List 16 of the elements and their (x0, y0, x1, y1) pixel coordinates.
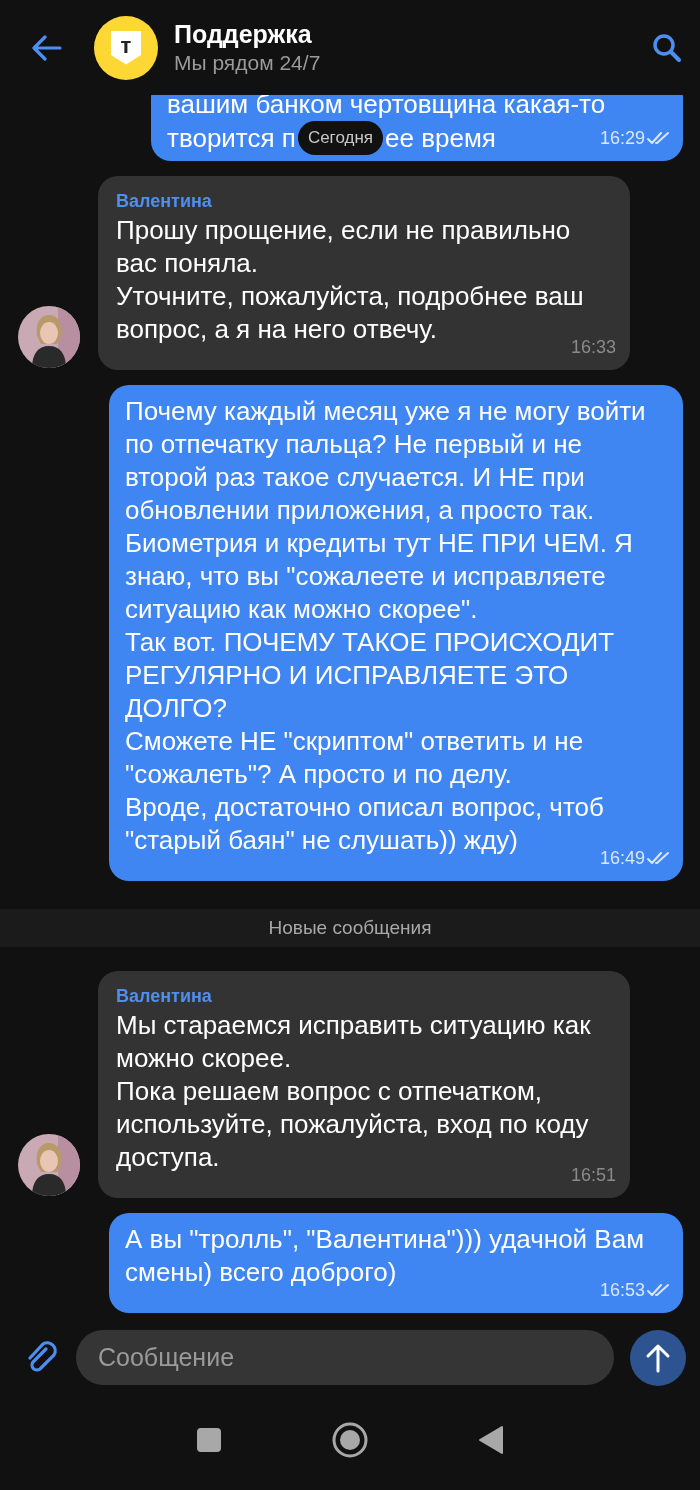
home-icon[interactable] (332, 1422, 368, 1458)
date-chip: Сегодня (297, 121, 384, 155)
message-text: ее время (385, 121, 496, 155)
chat-subtitle: Мы рядом 24/7 (174, 49, 322, 76)
back-arrow-icon[interactable] (32, 34, 62, 61)
logo-letter: т (111, 30, 141, 65)
sender-name: Валентина (116, 985, 213, 1008)
sender-name: Валентина (116, 190, 213, 213)
arrow-up-icon (645, 1342, 671, 1373)
message-time: 16:29 (599, 127, 645, 149)
recents-icon[interactable] (196, 1427, 222, 1453)
message-text: творится п (167, 121, 296, 155)
search-icon[interactable] (652, 32, 682, 63)
chat-title: Поддержка (174, 18, 313, 49)
back-icon[interactable] (478, 1425, 504, 1455)
message-input[interactable]: Сообщение (76, 1330, 614, 1385)
